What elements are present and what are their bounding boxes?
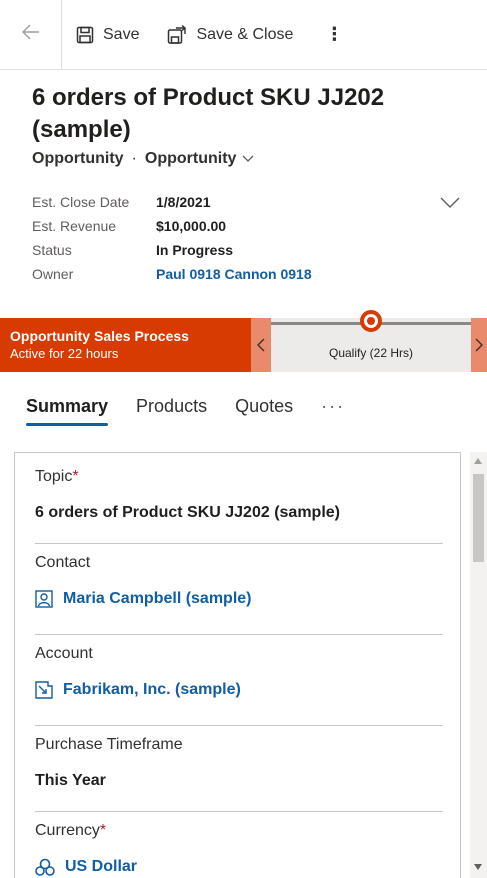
- header-field-close-date: Est. Close Date 1/8/2021: [32, 190, 312, 214]
- field-value: In Progress: [156, 242, 234, 258]
- field-account: Account Fabrikam, Inc. (sample): [35, 645, 443, 699]
- form-scrollbar[interactable]: [470, 452, 487, 878]
- account-name: Fabrikam, Inc. (sample): [63, 681, 241, 698]
- field-value: $10,000.00: [156, 218, 227, 234]
- divider: [35, 725, 443, 726]
- more-commands-button[interactable]: ⋮: [325, 24, 343, 45]
- field-label: Purchase Timeframe: [35, 736, 183, 753]
- scrollbar-thumb[interactable]: [473, 474, 484, 562]
- command-bar: Save Save & Close ⋮: [0, 0, 487, 70]
- field-purchase-timeframe: Purchase Timeframe This Year: [35, 736, 443, 790]
- field-contact: Contact Maria Campbell (sample): [35, 554, 443, 608]
- tab-quotes[interactable]: Quotes: [235, 396, 293, 426]
- summary-form-section: Topic* 6 orders of Product SKU JJ202 (sa…: [14, 452, 461, 878]
- field-currency: Currency* US Dollar: [35, 822, 443, 876]
- header-field-status: Status In Progress: [32, 238, 312, 262]
- field-label: Est. Revenue: [32, 218, 117, 234]
- account-lookup[interactable]: Fabrikam, Inc. (sample): [35, 681, 443, 699]
- save-close-icon: [167, 24, 187, 45]
- owner-link[interactable]: Paul 0918 Cannon 0918: [156, 266, 312, 282]
- currency-name: US Dollar: [65, 858, 138, 875]
- field-label: Contact: [35, 554, 91, 571]
- chevron-down-icon[interactable]: [242, 150, 254, 168]
- back-button[interactable]: [0, 0, 62, 70]
- process-flyout-button[interactable]: Opportunity Sales Process Active for 22 …: [0, 318, 251, 372]
- form-selector[interactable]: Opportunity: [145, 150, 237, 168]
- field-label: Account: [35, 645, 93, 662]
- field-label: Topic*: [35, 468, 79, 485]
- stage-qualify[interactable]: Qualify (22 Hrs): [271, 310, 471, 372]
- field-topic: Topic* 6 orders of Product SKU JJ202 (sa…: [35, 468, 443, 522]
- field-label: Owner: [32, 266, 74, 282]
- save-icon: [76, 26, 94, 44]
- tab-summary[interactable]: Summary: [26, 396, 109, 426]
- entity-name: Opportunity: [32, 150, 124, 167]
- contact-lookup[interactable]: Maria Campbell (sample): [35, 590, 443, 608]
- currency-icon: [35, 858, 55, 876]
- save-close-button[interactable]: Save & Close: [153, 0, 307, 70]
- contact-name: Maria Campbell (sample): [63, 590, 252, 607]
- save-button[interactable]: Save: [62, 0, 153, 70]
- divider: [35, 811, 443, 812]
- header-field-revenue: Est. Revenue $10,000.00: [32, 214, 312, 238]
- field-label: Currency*: [35, 822, 107, 839]
- save-close-label: Save & Close: [196, 25, 294, 43]
- next-stage-button[interactable]: [471, 318, 487, 372]
- form-tabs: Summary Products Quotes ···: [26, 396, 373, 426]
- header-fields: Est. Close Date 1/8/2021 Est. Revenue $1…: [32, 190, 312, 286]
- account-icon: [35, 681, 53, 699]
- divider: [35, 543, 443, 544]
- required-indicator: *: [72, 468, 79, 485]
- required-indicator: *: [99, 822, 107, 839]
- field-label: Est. Close Date: [32, 194, 130, 210]
- entity-form-selector: Opportunity · Opportunity: [32, 150, 254, 168]
- more-vertical-icon: ⋮: [325, 24, 344, 44]
- purchase-timeframe-select[interactable]: This Year: [35, 772, 443, 790]
- divider: [35, 634, 443, 635]
- business-process-flow: Opportunity Sales Process Active for 22 …: [0, 310, 487, 372]
- field-value: 1/8/2021: [156, 194, 211, 210]
- expand-header-chevron-icon[interactable]: [440, 196, 460, 214]
- scroll-down-arrow-icon[interactable]: [474, 864, 482, 870]
- process-duration: Active for 22 hours: [10, 346, 119, 361]
- contact-icon: [35, 590, 53, 608]
- tab-products[interactable]: Products: [136, 396, 207, 426]
- currency-lookup[interactable]: US Dollar: [35, 858, 443, 876]
- record-title: 6 orders of Product SKU JJ202 (sample): [32, 84, 385, 143]
- save-label: Save: [103, 25, 140, 43]
- header-field-owner: Owner Paul 0918 Cannon 0918: [32, 262, 312, 286]
- separator: ·: [131, 150, 137, 167]
- topic-value[interactable]: 6 orders of Product SKU JJ202 (sample): [35, 504, 443, 522]
- stage-label: Qualify (22 Hrs): [328, 346, 414, 360]
- field-label: Status: [32, 242, 72, 258]
- back-arrow-icon: [21, 24, 40, 45]
- scroll-up-arrow-icon[interactable]: [474, 458, 482, 464]
- tab-more[interactable]: ···: [321, 396, 345, 426]
- process-name: Opportunity Sales Process: [10, 328, 189, 344]
- previous-stage-button[interactable]: [251, 318, 271, 372]
- active-stage-target-icon: [360, 310, 382, 332]
